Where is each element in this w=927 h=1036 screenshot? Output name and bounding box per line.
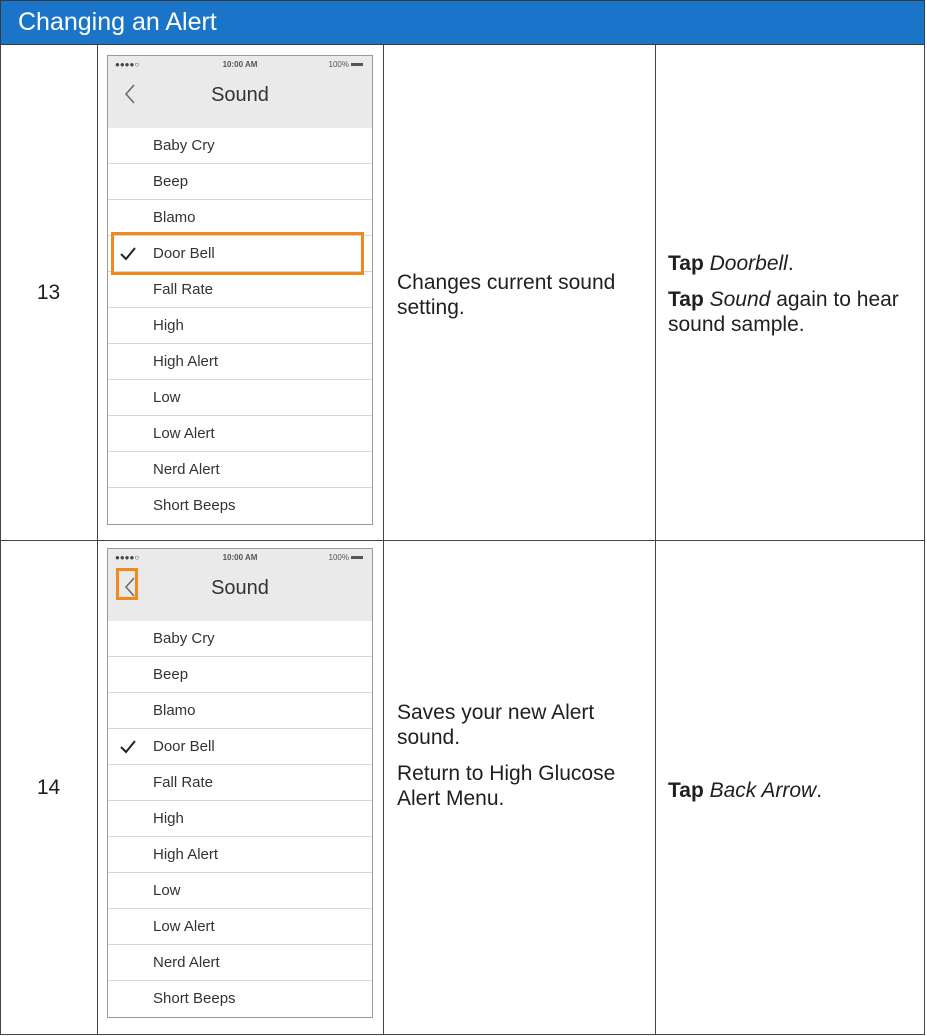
battery-indicator: 100%	[329, 553, 363, 562]
sound-option-label: Short Beeps	[153, 497, 236, 514]
phone-screenshot: ●●●●○ 10:00 AM 100% Sound Baby Cry Beep Bl…	[107, 548, 373, 1018]
sound-option-label: Baby Cry	[153, 630, 215, 647]
action-cell: Tap Doorbell. Tap Sound again to hear so…	[668, 251, 922, 337]
battery-indicator: 100%	[329, 60, 363, 69]
description-cell: Saves your new Alert sound. Return to Hi…	[397, 700, 647, 811]
phone-nav-bar: ●●●●○ 10:00 AM 100% Sound	[108, 56, 372, 128]
description-text: Return to High Glucose Alert Menu.	[397, 762, 616, 810]
section-header: Changing an Alert	[0, 0, 925, 45]
description-text: Saves your new Alert sound.	[397, 701, 595, 749]
sound-option-label: Baby Cry	[153, 137, 215, 154]
column-divider	[655, 45, 656, 1035]
description-text: Changes current sound setting.	[397, 271, 616, 319]
sound-option-label: Door Bell	[153, 738, 215, 755]
sound-option[interactable]: Fall Rate	[108, 765, 372, 801]
checkmark-icon	[120, 740, 136, 754]
row-divider	[0, 540, 925, 541]
sound-option[interactable]: Low	[108, 873, 372, 909]
column-divider	[97, 45, 98, 1035]
column-divider	[924, 45, 925, 1035]
sound-option-label: High Alert	[153, 353, 219, 370]
sound-list: Baby Cry Beep Blamo Door Bell Fall Rate High H…	[108, 621, 372, 1017]
sound-option[interactable]: High	[108, 308, 372, 344]
sound-option-label: Low	[153, 389, 181, 406]
description-cell: Changes current sound setting.	[397, 270, 647, 320]
sound-option[interactable]: High Alert	[108, 344, 372, 380]
sound-option-label: High	[153, 810, 184, 827]
sound-option-label: High	[153, 317, 184, 334]
action-instruction: Tap Sound again to hear sound sample.	[668, 288, 899, 336]
sound-option[interactable]: Nerd Alert	[108, 452, 372, 488]
sound-option-label: Beep	[153, 666, 189, 683]
sound-option[interactable]: Baby Cry	[108, 621, 372, 657]
column-divider	[383, 45, 384, 1035]
selection-highlight	[111, 232, 364, 275]
instruction-table: 13 ●●●●○ 10:00 AM 100% Sound Baby Cry Bee…	[0, 45, 925, 1035]
sound-option[interactable]: Low	[108, 380, 372, 416]
sound-option-label: Fall Rate	[153, 281, 214, 298]
action-cell: Tap Back Arrow.	[668, 778, 922, 803]
step-number: 14	[36, 775, 61, 799]
sound-option[interactable]: Baby Cry	[108, 128, 372, 164]
phone-screenshot: ●●●●○ 10:00 AM 100% Sound Baby Cry Beep Bl…	[107, 55, 373, 525]
sound-option[interactable]: High	[108, 801, 372, 837]
sound-option-label: Beep	[153, 173, 189, 190]
sound-option-label: Fall Rate	[153, 774, 214, 791]
sound-option[interactable]: Nerd Alert	[108, 945, 372, 981]
sound-option[interactable]: Blamo	[108, 200, 372, 236]
sound-option[interactable]: High Alert	[108, 837, 372, 873]
step-number-cell: 13	[0, 45, 97, 540]
sound-option-label: High Alert	[153, 846, 219, 863]
sound-option-label: Nerd Alert	[153, 954, 220, 971]
sound-option[interactable]: Door Bell	[108, 729, 372, 765]
sound-option[interactable]: Short Beeps	[108, 488, 372, 524]
sound-option[interactable]: Blamo	[108, 693, 372, 729]
sound-option-label: Blamo	[153, 702, 196, 719]
sound-option[interactable]: Short Beeps	[108, 981, 372, 1017]
phone-nav-bar: ●●●●○ 10:00 AM 100% Sound	[108, 549, 372, 621]
sound-option-label: Short Beeps	[153, 990, 236, 1007]
sound-option[interactable]: Low Alert	[108, 416, 372, 452]
status-bar: ●●●●○ 10:00 AM 100%	[108, 59, 372, 71]
row-divider	[0, 1034, 925, 1035]
sound-option[interactable]: Fall Rate	[108, 272, 372, 308]
sound-option[interactable]: Low Alert	[108, 909, 372, 945]
sound-option-label: Low	[153, 882, 181, 899]
action-instruction: Tap Back Arrow.	[668, 779, 823, 802]
action-instruction: Tap Doorbell.	[668, 252, 794, 275]
status-bar: ●●●●○ 10:00 AM 100%	[108, 552, 372, 564]
screen-title: Sound	[211, 577, 269, 599]
sound-option-label: Nerd Alert	[153, 461, 220, 478]
sound-option-label: Low Alert	[153, 918, 215, 935]
sound-list: Baby Cry Beep Blamo Door Bell Fall Rate High H…	[108, 128, 372, 524]
sound-option-label: Blamo	[153, 209, 196, 226]
screen-title: Sound	[211, 84, 269, 106]
alert-instructions-page: Changing an Alert 13 ●●●●○ 10:00 AM 100%…	[0, 0, 927, 1036]
sound-option[interactable]: Beep	[108, 164, 372, 200]
step-number-cell: 14	[0, 540, 97, 1035]
sound-option[interactable]: Beep	[108, 657, 372, 693]
sound-option-label: Low Alert	[153, 425, 215, 442]
step-number: 13	[36, 280, 61, 304]
